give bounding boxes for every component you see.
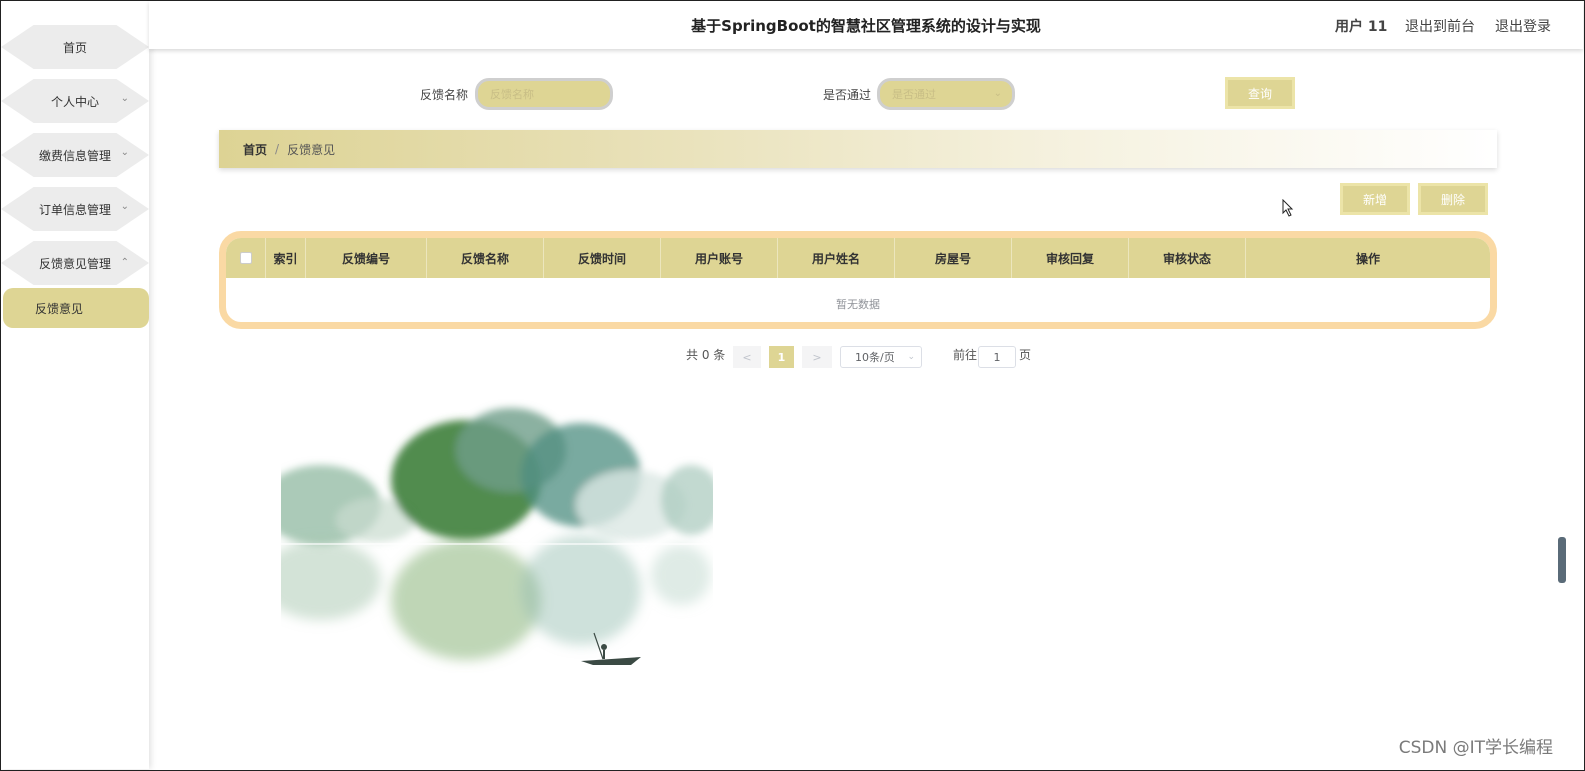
sidebar-item-label: 个人中心 xyxy=(50,94,99,109)
chevron-down-icon: ⌄ xyxy=(120,201,129,212)
current-user: 用户 11 xyxy=(1335,19,1388,35)
feedback-table: 索引 反馈编号 反馈名称 反馈时间 用户账号 用户姓名 房屋号 审核回复 审核状… xyxy=(219,231,1497,329)
delete-button[interactable]: 删除 xyxy=(1418,183,1488,215)
exit-to-frontend-link[interactable]: 退出到前台 xyxy=(1405,16,1475,36)
column-header: 审核状态 xyxy=(1129,238,1246,278)
column-header: 反馈时间 xyxy=(544,238,661,278)
feedback-name-label: 反馈名称 xyxy=(420,88,469,102)
sidebar-subitem-feedback[interactable]: 反馈意见 xyxy=(3,288,149,328)
column-header: 反馈名称 xyxy=(427,238,544,278)
sidebar-item-label: 订单信息管理 xyxy=(38,202,111,217)
sidebar-item-order-management[interactable]: 订单信息管理 ⌄ xyxy=(1,187,149,231)
column-header: 索引 xyxy=(266,238,306,278)
column-header: 操作 xyxy=(1355,251,1380,266)
column-header: 审核回复 xyxy=(1012,238,1129,278)
pass-status-select[interactable]: 是否通过 ⌄ xyxy=(877,78,1015,110)
feedback-name-field[interactable] xyxy=(475,78,613,110)
page-number-current[interactable]: 1 xyxy=(769,346,794,368)
goto-label: 前往 xyxy=(953,348,978,362)
sidebar-item-payment-management[interactable]: 缴费信息管理 ⌄ xyxy=(1,133,149,177)
empty-state-text: 暂无数据 xyxy=(836,298,880,311)
sidebar-subitem-label: 反馈意见 xyxy=(35,301,84,316)
feedback-name-input[interactable] xyxy=(490,82,610,108)
column-header: 房屋号 xyxy=(895,238,1012,278)
sidebar: 首页 个人中心 ⌄ 缴费信息管理 ⌄ 订单信息管理 ⌄ 反馈意见管理 ⌃ 反馈意… xyxy=(1,1,149,769)
logout-link[interactable]: 退出登录 xyxy=(1495,16,1551,36)
delete-button-label: 删除 xyxy=(1440,192,1465,207)
mouse-cursor-icon xyxy=(1282,199,1294,217)
watermark-text: CSDN @IT学长编程 xyxy=(1398,738,1553,758)
table-header: 索引 反馈编号 反馈名称 反馈时间 用户账号 用户姓名 房屋号 审核回复 审核状… xyxy=(226,238,1490,278)
column-header: 用户账号 xyxy=(661,238,778,278)
sidebar-item-label: 缴费信息管理 xyxy=(38,148,111,163)
chevron-down-icon: ⌄ xyxy=(120,93,129,104)
scrollbar-handle[interactable] xyxy=(1558,537,1566,583)
add-button[interactable]: 新增 xyxy=(1340,183,1410,215)
query-button[interactable]: 查询 xyxy=(1225,77,1295,109)
page-size-select[interactable]: 10条/页 ⌄ xyxy=(840,346,922,368)
top-header: 基于SpringBoot的智慧社区管理系统的设计与实现 用户 11 退出到前台 … xyxy=(149,1,1583,49)
pass-status-label: 是否通过 xyxy=(823,88,872,102)
pagination-total: 共 0 条 xyxy=(686,348,726,362)
sidebar-item-label: 首页 xyxy=(62,40,87,55)
sidebar-item-feedback-management[interactable]: 反馈意见管理 ⌃ xyxy=(1,241,149,285)
page-size-value: 10条/页 xyxy=(855,351,895,364)
chevron-down-icon: ⌄ xyxy=(993,88,1002,99)
chevron-down-icon: ⌄ xyxy=(120,147,129,158)
sidebar-item-home[interactable]: 首页 xyxy=(1,25,149,69)
chevron-up-icon: ⌃ xyxy=(120,257,129,268)
add-button-label: 新增 xyxy=(1362,192,1387,207)
column-header: 反馈编号 xyxy=(306,238,427,278)
query-button-label: 查询 xyxy=(1247,86,1272,101)
app-frame xyxy=(0,0,1585,771)
chevron-down-icon: ⌄ xyxy=(907,352,915,362)
breadcrumb-home[interactable]: 首页 xyxy=(243,141,267,158)
pass-status-placeholder: 是否通过 xyxy=(892,88,936,101)
prev-page-button[interactable]: < xyxy=(733,346,761,368)
breadcrumb: 首页 / 反馈意见 xyxy=(219,130,1497,168)
breadcrumb-separator: / xyxy=(275,142,280,156)
select-all-checkbox[interactable] xyxy=(239,252,252,264)
breadcrumb-current: 反馈意见 xyxy=(287,142,336,157)
sidebar-item-label: 反馈意见管理 xyxy=(38,256,111,271)
goto-page-input[interactable]: 1 xyxy=(978,346,1016,368)
sidebar-item-personal-center[interactable]: 个人中心 ⌄ xyxy=(1,79,149,123)
ink-landscape-image xyxy=(281,408,713,665)
column-header: 用户姓名 xyxy=(778,238,895,278)
page-unit-label: 页 xyxy=(1019,348,1032,362)
next-page-button[interactable]: > xyxy=(802,346,832,368)
select-all-cell xyxy=(226,238,266,278)
